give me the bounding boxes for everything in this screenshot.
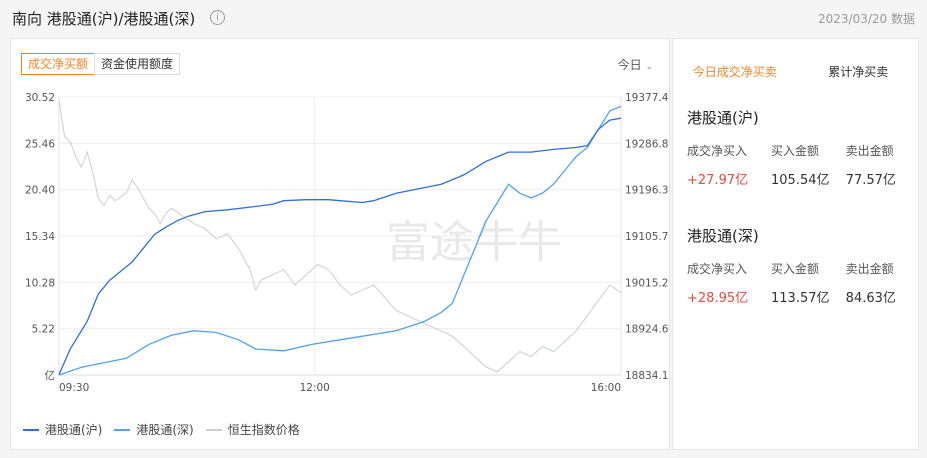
right-axis-tick: 19377.4 [625, 92, 669, 104]
legend-label: 港股通(沪) [45, 423, 103, 437]
metric-header: 买入金额 [771, 262, 820, 276]
right-axis-tick: 19196.3 [625, 185, 668, 197]
metric-values: +28.95亿 113.57亿 84.63亿 [687, 287, 911, 306]
page-header: 南向 港股通(沪)/港股通(深) i 2023/03/20 数据 [0, 0, 927, 36]
x-axis-tick: 16:00 [591, 382, 621, 394]
chart-tab-group: 成交净买额 资金使用额度 [21, 53, 181, 75]
legend-item-sz[interactable]: 港股通(深) [114, 421, 194, 438]
legend-swatch [114, 428, 131, 431]
section-title: 港股通(深) [687, 227, 759, 245]
legend-swatch [205, 428, 222, 431]
left-axis-tick: 5.22 [32, 324, 55, 336]
tab-cumulative-net[interactable]: 累计净买卖 [797, 63, 921, 80]
right-axis-tick: 18924.6 [625, 324, 669, 336]
metric-header: 成交净买入 [687, 262, 748, 276]
buy-amount-value: 113.57亿 [771, 291, 830, 306]
metric-header: 卖出金额 [845, 262, 894, 276]
page-title: 南向 港股通(沪)/港股通(深) [12, 10, 196, 28]
left-axis-tick: 30.52 [25, 92, 55, 104]
tab-quota-usage[interactable]: 资金使用额度 [94, 53, 181, 75]
sell-amount-value: 84.63亿 [845, 291, 896, 306]
left-axis-tick: 20.40 [25, 185, 55, 197]
x-axis-tick: 12:00 [300, 382, 330, 394]
line-chart: 富途牛牛 19377.4 30.52 19286.8 25.46 19196.3 20.4… [25, 92, 669, 394]
right-axis-tick: 19286.8 [625, 138, 668, 150]
summary-tabs: 今日成交净买卖 累计净买卖 [673, 63, 920, 80]
right-axis-tick: 18834.1 [625, 370, 668, 382]
x-axis-tick: 09:30 [59, 382, 89, 394]
period-label: 今日 [617, 58, 642, 72]
metric-header: 买入金额 [771, 144, 820, 158]
summary-section-sh: 港股通(沪) 成交净买入 买入金额 卖出金额 +27.97亿 105.54亿 7… [687, 107, 911, 188]
info-icon[interactable]: i [210, 10, 225, 25]
summary-section-sz: 港股通(深) 成交净买入 买入金额 卖出金额 +28.95亿 113.57亿 8… [687, 225, 911, 306]
data-date: 2023/03/20 数据 [818, 12, 915, 26]
section-title: 港股通(沪) [687, 109, 759, 127]
legend-item-hsi[interactable]: 恒生指数价格 [205, 421, 300, 438]
metric-header: 成交净买入 [687, 144, 748, 158]
metric-headers: 成交净买入 买入金额 卖出金额 [687, 260, 911, 277]
tab-net-buy[interactable]: 成交净买额 [21, 53, 96, 75]
tab-today-net[interactable]: 今日成交净买卖 [673, 63, 797, 80]
legend-label: 恒生指数价格 [227, 423, 300, 437]
metric-headers: 成交净买入 买入金额 卖出金额 [687, 142, 911, 159]
legend-label: 港股通(深) [136, 423, 194, 437]
metric-header: 卖出金额 [845, 144, 894, 158]
watermark: 富途牛牛 [386, 217, 562, 268]
legend-swatch [23, 428, 39, 431]
period-dropdown[interactable]: 今日 ⌄ [618, 56, 653, 73]
buy-amount-value: 105.54亿 [771, 173, 830, 188]
net-buy-value: +27.97亿 [687, 173, 749, 188]
right-axis-tick: 19105.7 [625, 231, 668, 243]
left-axis-tick: 15.34 [25, 231, 55, 243]
chart-legend: 港股通(沪) 港股通(深) 恒生指数价格 [23, 421, 312, 438]
chevron-down-icon: ⌄ [645, 62, 653, 72]
left-axis-tick: 25.46 [25, 138, 55, 150]
legend-item-sh[interactable]: 港股通(沪) [23, 421, 102, 438]
net-buy-value: +28.95亿 [687, 291, 749, 306]
summary-panel: 今日成交净买卖 累计净买卖 港股通(沪) 成交净买入 买入金额 卖出金额 +27… [672, 38, 919, 450]
metric-values: +27.97亿 105.54亿 77.57亿 [687, 169, 911, 188]
left-axis-unit: 亿 [45, 369, 56, 382]
right-axis-tick: 19015.2 [625, 277, 668, 289]
sell-amount-value: 77.57亿 [845, 173, 896, 188]
left-axis-tick: 10.28 [25, 277, 55, 289]
chart-panel: 成交净买额 资金使用额度 今日 ⌄ 富途牛牛 19377.4 30.52 19286… [10, 38, 670, 450]
